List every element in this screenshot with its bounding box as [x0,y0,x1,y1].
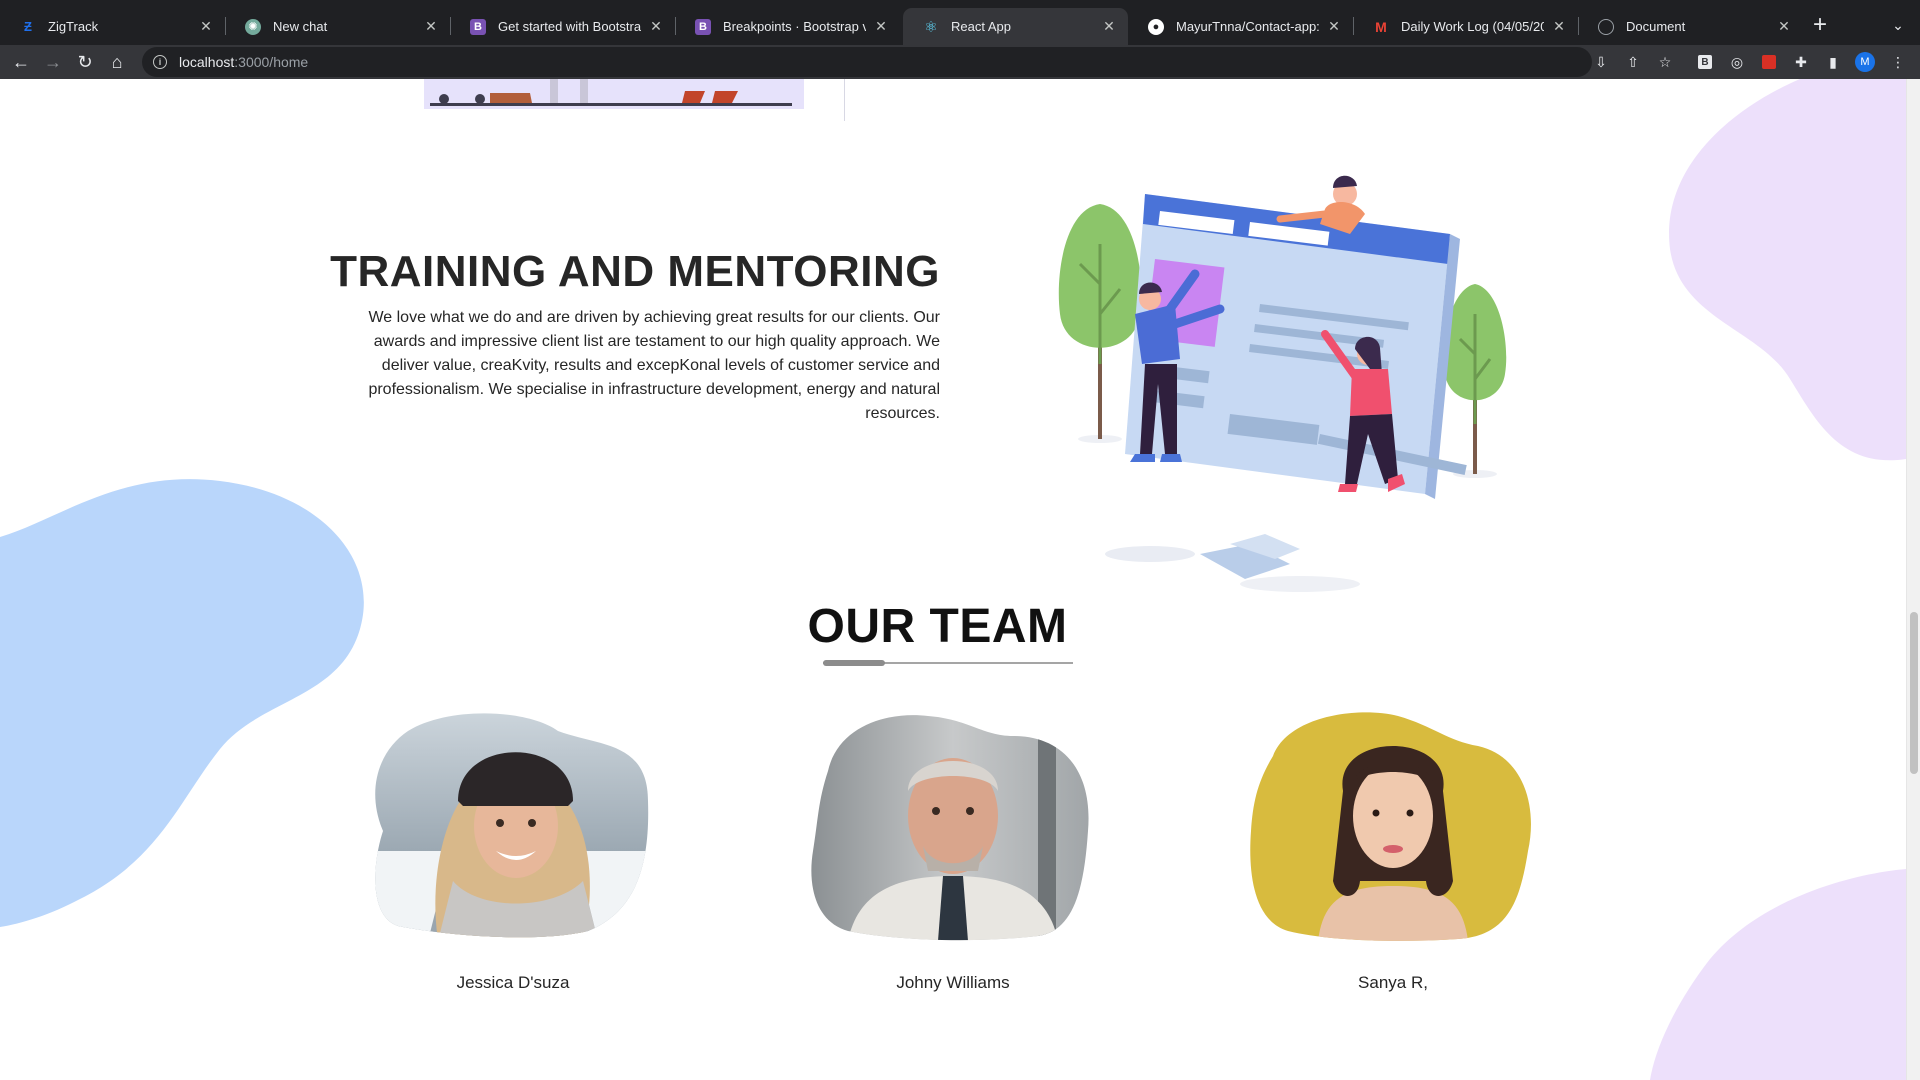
tab-title: MayurTnna/Contact-app: Re [1176,19,1319,34]
tab-bootstrap-start[interactable]: B Get started with Bootstrap · ✕ [450,8,675,45]
team-member-card: Johny Williams [808,711,1098,992]
tab-title: Get started with Bootstrap · [498,19,641,34]
close-icon[interactable]: ✕ [647,18,665,36]
tab-github[interactable]: ● MayurTnna/Contact-app: Re ✕ [1128,8,1353,45]
page-scrollbar[interactable] [1906,79,1920,1080]
training-illustration [1058,175,1507,592]
purple-blob-bottom-right [1650,869,1906,1080]
close-icon[interactable]: ✕ [1100,18,1118,36]
address-bar[interactable]: i localhost:3000/home [142,47,1592,77]
url-host: localhost [179,54,235,70]
tab-title: React App [951,19,1011,34]
react-icon: ⚛ [924,18,938,36]
globe-icon [1598,18,1614,35]
close-icon[interactable]: ✕ [197,18,215,36]
extensions-puzzle-icon[interactable]: ✚ [1790,51,1812,73]
member-name: Jessica D'suza [456,973,570,992]
bootstrap-icon: B [695,18,711,35]
side-panel-icon[interactable]: ▮ [1822,51,1844,73]
tab-document[interactable]: Document ✕ [1578,8,1803,45]
close-icon[interactable]: ✕ [1550,18,1568,36]
back-arrow-icon[interactable]: ← [7,48,35,76]
chatgpt-icon: ✺ [245,18,261,35]
bookmark-star-icon[interactable]: ☆ [1654,51,1676,73]
close-icon[interactable]: ✕ [1775,18,1793,36]
forward-arrow-icon[interactable]: → [39,48,67,76]
zigtrack-icon: Ƶ [24,19,32,34]
extension-target-icon[interactable]: ◎ [1726,51,1748,73]
url-path: :3000/home [234,54,309,70]
more-menu-icon[interactable]: ⋮ [1887,51,1909,73]
close-icon[interactable]: ✕ [872,18,890,36]
close-icon[interactable]: ✕ [1325,18,1343,36]
tab-title: Daily Work Log (04/05/2023 [1401,19,1544,34]
github-icon: ● [1148,18,1164,35]
member-photo [1250,712,1531,941]
close-icon[interactable]: ✕ [422,18,440,36]
tab-title: ZigTrack [48,19,99,34]
browser-toolbar: ← → ↻ ⌂ i localhost:3000/home ⇩ ⇧ ☆ B ◎ … [0,45,1920,79]
training-title: TRAINING AND MENTORING [330,247,940,296]
tab-gmail[interactable]: M Daily Work Log (04/05/2023 ✕ [1353,8,1578,45]
extension-b-icon[interactable]: B [1694,51,1716,73]
title-underline-accent [823,660,885,666]
purple-blob-top-right [1669,79,1906,461]
member-name: Johny Williams [896,973,1010,992]
tab-zigtrack[interactable]: Ƶ ZigTrack ✕ [0,8,225,45]
extension-red-icon[interactable] [1758,51,1780,73]
share-icon[interactable]: ⇧ [1622,51,1644,73]
tab-search-button[interactable]: ⌄ [1884,11,1912,39]
tab-title: New chat [273,19,328,34]
team-member-card: Sanya R, [1248,711,1538,992]
home-icon[interactable]: ⌂ [103,48,131,76]
tab-title: Document [1626,19,1686,34]
team-title: OUR TEAM [807,600,1068,653]
member-photo [375,713,649,938]
scrollbar-thumb[interactable] [1910,612,1918,774]
member-name: Sanya R, [1358,973,1428,992]
tab-bootstrap-breakpoints[interactable]: B Breakpoints · Bootstrap v5.0 ✕ [675,8,900,45]
tab-react-app[interactable]: ⚛ React App ✕ [903,8,1128,45]
blue-blob-left [0,479,364,927]
tab-new-chat[interactable]: ✺ New chat ✕ [225,8,450,45]
reload-icon[interactable]: ↻ [71,48,99,76]
install-app-icon[interactable]: ⇩ [1590,51,1612,73]
profile-avatar[interactable]: M [1855,52,1875,72]
tab-title: Breakpoints · Bootstrap v5.0 [723,19,866,34]
browser-tab-strip: Ƶ ZigTrack ✕ ✺ New chat ✕ B Get started … [0,0,1920,45]
url-text: localhost:3000/home [179,54,308,70]
team-member-card: Jessica D'suza [368,711,658,992]
previous-section-illustration [424,79,845,121]
new-tab-button[interactable]: + [1806,11,1834,39]
bootstrap-icon: B [470,18,486,35]
gmail-icon: M [1375,18,1387,35]
training-description: We love what we do and are driven by ach… [368,309,940,422]
info-icon[interactable]: i [153,55,167,69]
page-viewport: TRAINING AND MENTORING We love what we d… [0,79,1906,1080]
member-photo [811,715,1089,941]
